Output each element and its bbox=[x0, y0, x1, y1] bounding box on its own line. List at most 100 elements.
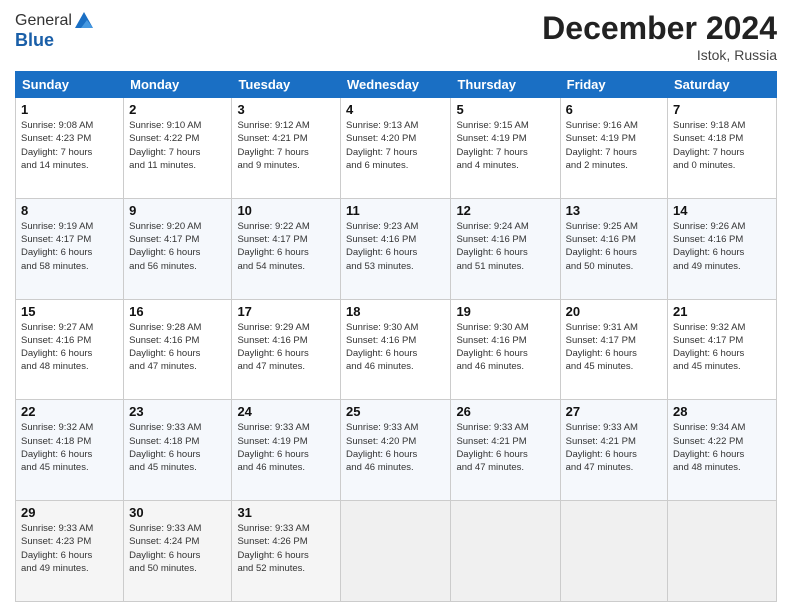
calendar-cell bbox=[668, 501, 777, 602]
week-row-5: 29 Sunrise: 9:33 AMSunset: 4:23 PMDayligh… bbox=[16, 501, 777, 602]
calendar-cell: 20Sunrise: 9:31 AMSunset: 4:17 PMDayligh… bbox=[560, 299, 667, 400]
week-row-2: 8Sunrise: 9:19 AMSunset: 4:17 PMDaylight… bbox=[16, 198, 777, 299]
day-info: Sunrise: 9:26 AMSunset: 4:16 PMDaylight:… bbox=[673, 220, 771, 273]
col-sunday: Sunday bbox=[16, 72, 124, 98]
col-wednesday: Wednesday bbox=[341, 72, 451, 98]
day-info: Sunrise: 9:33 AMSunset: 4:20 PMDaylight:… bbox=[346, 421, 445, 474]
day-info: Sunrise: 9:30 AMSunset: 4:16 PMDaylight:… bbox=[456, 321, 554, 374]
header: General Blue December 2024 Istok, Russia bbox=[15, 10, 777, 63]
day-number: 30 bbox=[129, 505, 226, 520]
day-info: Sunrise: 9:24 AMSunset: 4:16 PMDaylight:… bbox=[456, 220, 554, 273]
calendar-cell: 12Sunrise: 9:24 AMSunset: 4:16 PMDayligh… bbox=[451, 198, 560, 299]
day-info: Sunrise: 9:20 AMSunset: 4:17 PMDaylight:… bbox=[129, 220, 226, 273]
col-friday: Friday bbox=[560, 72, 667, 98]
day-info: Sunrise: 9:15 AMSunset: 4:19 PMDaylight:… bbox=[456, 119, 554, 172]
day-number: 23 bbox=[129, 404, 226, 419]
day-number: 21 bbox=[673, 304, 771, 319]
day-info: Sunrise: 9:18 AMSunset: 4:18 PMDaylight:… bbox=[673, 119, 771, 172]
calendar-cell: 11 Sunrise: 9:23 AMSunset: 4:16 PMDayligh… bbox=[341, 198, 451, 299]
col-thursday: Thursday bbox=[451, 72, 560, 98]
day-info: Sunrise: 9:32 AMSunset: 4:17 PMDaylight:… bbox=[673, 321, 771, 374]
calendar-cell: 29 Sunrise: 9:33 AMSunset: 4:23 PMDayligh… bbox=[16, 501, 124, 602]
calendar-cell: 10Sunrise: 9:22 AMSunset: 4:17 PMDayligh… bbox=[232, 198, 341, 299]
location: Istok, Russia bbox=[542, 47, 777, 63]
day-info: Sunrise: 9:33 AMSunset: 4:21 PMDaylight:… bbox=[456, 421, 554, 474]
week-row-4: 22Sunrise: 9:32 AMSunset: 4:18 PMDayligh… bbox=[16, 400, 777, 501]
calendar-cell: 13 Sunrise: 9:25 AMSunset: 4:16 PMDayligh… bbox=[560, 198, 667, 299]
logo: General Blue bbox=[15, 10, 95, 51]
calendar-cell bbox=[451, 501, 560, 602]
calendar-cell bbox=[341, 501, 451, 602]
day-info: Sunrise: 9:30 AMSunset: 4:16 PMDaylight:… bbox=[346, 321, 445, 374]
calendar-cell: 16Sunrise: 9:28 AMSunset: 4:16 PMDayligh… bbox=[124, 299, 232, 400]
day-info: Sunrise: 9:25 AMSunset: 4:16 PMDaylight:… bbox=[566, 220, 662, 273]
day-info: Sunrise: 9:32 AMSunset: 4:18 PMDaylight:… bbox=[21, 421, 118, 474]
calendar-cell: 23Sunrise: 9:33 AMSunset: 4:18 PMDayligh… bbox=[124, 400, 232, 501]
calendar-cell: 9 Sunrise: 9:20 AMSunset: 4:17 PMDaylight… bbox=[124, 198, 232, 299]
week-row-3: 15 Sunrise: 9:27 AMSunset: 4:16 PMDayligh… bbox=[16, 299, 777, 400]
calendar-cell: 31 Sunrise: 9:33 AMSunset: 4:26 PMDayligh… bbox=[232, 501, 341, 602]
calendar-cell: 22Sunrise: 9:32 AMSunset: 4:18 PMDayligh… bbox=[16, 400, 124, 501]
calendar-table: Sunday Monday Tuesday Wednesday Thursday… bbox=[15, 71, 777, 602]
col-tuesday: Tuesday bbox=[232, 72, 341, 98]
day-number: 24 bbox=[237, 404, 335, 419]
day-number: 13 bbox=[566, 203, 662, 218]
day-info: Sunrise: 9:28 AMSunset: 4:16 PMDaylight:… bbox=[129, 321, 226, 374]
calendar-cell: 19 Sunrise: 9:30 AMSunset: 4:16 PMDayligh… bbox=[451, 299, 560, 400]
calendar-cell: 8Sunrise: 9:19 AMSunset: 4:17 PMDaylight… bbox=[16, 198, 124, 299]
calendar-cell: 3Sunrise: 9:12 AMSunset: 4:21 PMDaylight… bbox=[232, 98, 341, 199]
calendar-cell: 1 Sunrise: 9:08 AMSunset: 4:23 PMDaylight… bbox=[16, 98, 124, 199]
day-number: 8 bbox=[21, 203, 118, 218]
col-monday: Monday bbox=[124, 72, 232, 98]
calendar-cell: 26Sunrise: 9:33 AMSunset: 4:21 PMDayligh… bbox=[451, 400, 560, 501]
day-info: Sunrise: 9:33 AMSunset: 4:26 PMDaylight:… bbox=[237, 522, 335, 575]
col-saturday: Saturday bbox=[668, 72, 777, 98]
day-number: 14 bbox=[673, 203, 771, 218]
day-info: Sunrise: 9:27 AMSunset: 4:16 PMDaylight:… bbox=[21, 321, 118, 374]
day-number: 29 bbox=[21, 505, 118, 520]
calendar-cell: 21 Sunrise: 9:32 AMSunset: 4:17 PMDayligh… bbox=[668, 299, 777, 400]
page: General Blue December 2024 Istok, Russia… bbox=[0, 0, 792, 612]
day-number: 11 bbox=[346, 203, 445, 218]
day-number: 25 bbox=[346, 404, 445, 419]
day-number: 10 bbox=[237, 203, 335, 218]
day-number: 31 bbox=[237, 505, 335, 520]
day-number: 4 bbox=[346, 102, 445, 117]
day-number: 6 bbox=[566, 102, 662, 117]
day-info: Sunrise: 9:12 AMSunset: 4:21 PMDaylight:… bbox=[237, 119, 335, 172]
day-info: Sunrise: 9:10 AMSunset: 4:22 PMDaylight:… bbox=[129, 119, 226, 172]
calendar-cell: 30Sunrise: 9:33 AMSunset: 4:24 PMDayligh… bbox=[124, 501, 232, 602]
day-number: 19 bbox=[456, 304, 554, 319]
calendar-cell: 25 Sunrise: 9:33 AMSunset: 4:20 PMDayligh… bbox=[341, 400, 451, 501]
calendar-cell: 14 Sunrise: 9:26 AMSunset: 4:16 PMDayligh… bbox=[668, 198, 777, 299]
day-number: 15 bbox=[21, 304, 118, 319]
day-number: 2 bbox=[129, 102, 226, 117]
calendar-cell: 7 Sunrise: 9:18 AMSunset: 4:18 PMDaylight… bbox=[668, 98, 777, 199]
logo-blue-text: Blue bbox=[15, 30, 95, 51]
day-info: Sunrise: 9:16 AMSunset: 4:19 PMDaylight:… bbox=[566, 119, 662, 172]
header-row: Sunday Monday Tuesday Wednesday Thursday… bbox=[16, 72, 777, 98]
calendar-cell: 24 Sunrise: 9:33 AMSunset: 4:19 PMDayligh… bbox=[232, 400, 341, 501]
day-info: Sunrise: 9:13 AMSunset: 4:20 PMDaylight:… bbox=[346, 119, 445, 172]
calendar-cell: 15 Sunrise: 9:27 AMSunset: 4:16 PMDayligh… bbox=[16, 299, 124, 400]
calendar-cell: 6 Sunrise: 9:16 AMSunset: 4:19 PMDaylight… bbox=[560, 98, 667, 199]
day-info: Sunrise: 9:23 AMSunset: 4:16 PMDaylight:… bbox=[346, 220, 445, 273]
calendar-cell: 2 Sunrise: 9:10 AMSunset: 4:22 PMDaylight… bbox=[124, 98, 232, 199]
day-info: Sunrise: 9:33 AMSunset: 4:23 PMDaylight:… bbox=[21, 522, 118, 575]
day-info: Sunrise: 9:34 AMSunset: 4:22 PMDaylight:… bbox=[673, 421, 771, 474]
day-number: 17 bbox=[237, 304, 335, 319]
day-number: 7 bbox=[673, 102, 771, 117]
calendar-cell: 28 Sunrise: 9:34 AMSunset: 4:22 PMDayligh… bbox=[668, 400, 777, 501]
calendar-cell: 27 Sunrise: 9:33 AMSunset: 4:21 PMDayligh… bbox=[560, 400, 667, 501]
calendar-cell: 17Sunrise: 9:29 AMSunset: 4:16 PMDayligh… bbox=[232, 299, 341, 400]
title-block: December 2024 Istok, Russia bbox=[542, 10, 777, 63]
day-number: 27 bbox=[566, 404, 662, 419]
day-number: 28 bbox=[673, 404, 771, 419]
day-number: 9 bbox=[129, 203, 226, 218]
day-info: Sunrise: 9:33 AMSunset: 4:19 PMDaylight:… bbox=[237, 421, 335, 474]
day-info: Sunrise: 9:08 AMSunset: 4:23 PMDaylight:… bbox=[21, 119, 118, 172]
day-number: 18 bbox=[346, 304, 445, 319]
day-number: 1 bbox=[21, 102, 118, 117]
day-info: Sunrise: 9:33 AMSunset: 4:21 PMDaylight:… bbox=[566, 421, 662, 474]
logo-icon bbox=[73, 10, 95, 32]
